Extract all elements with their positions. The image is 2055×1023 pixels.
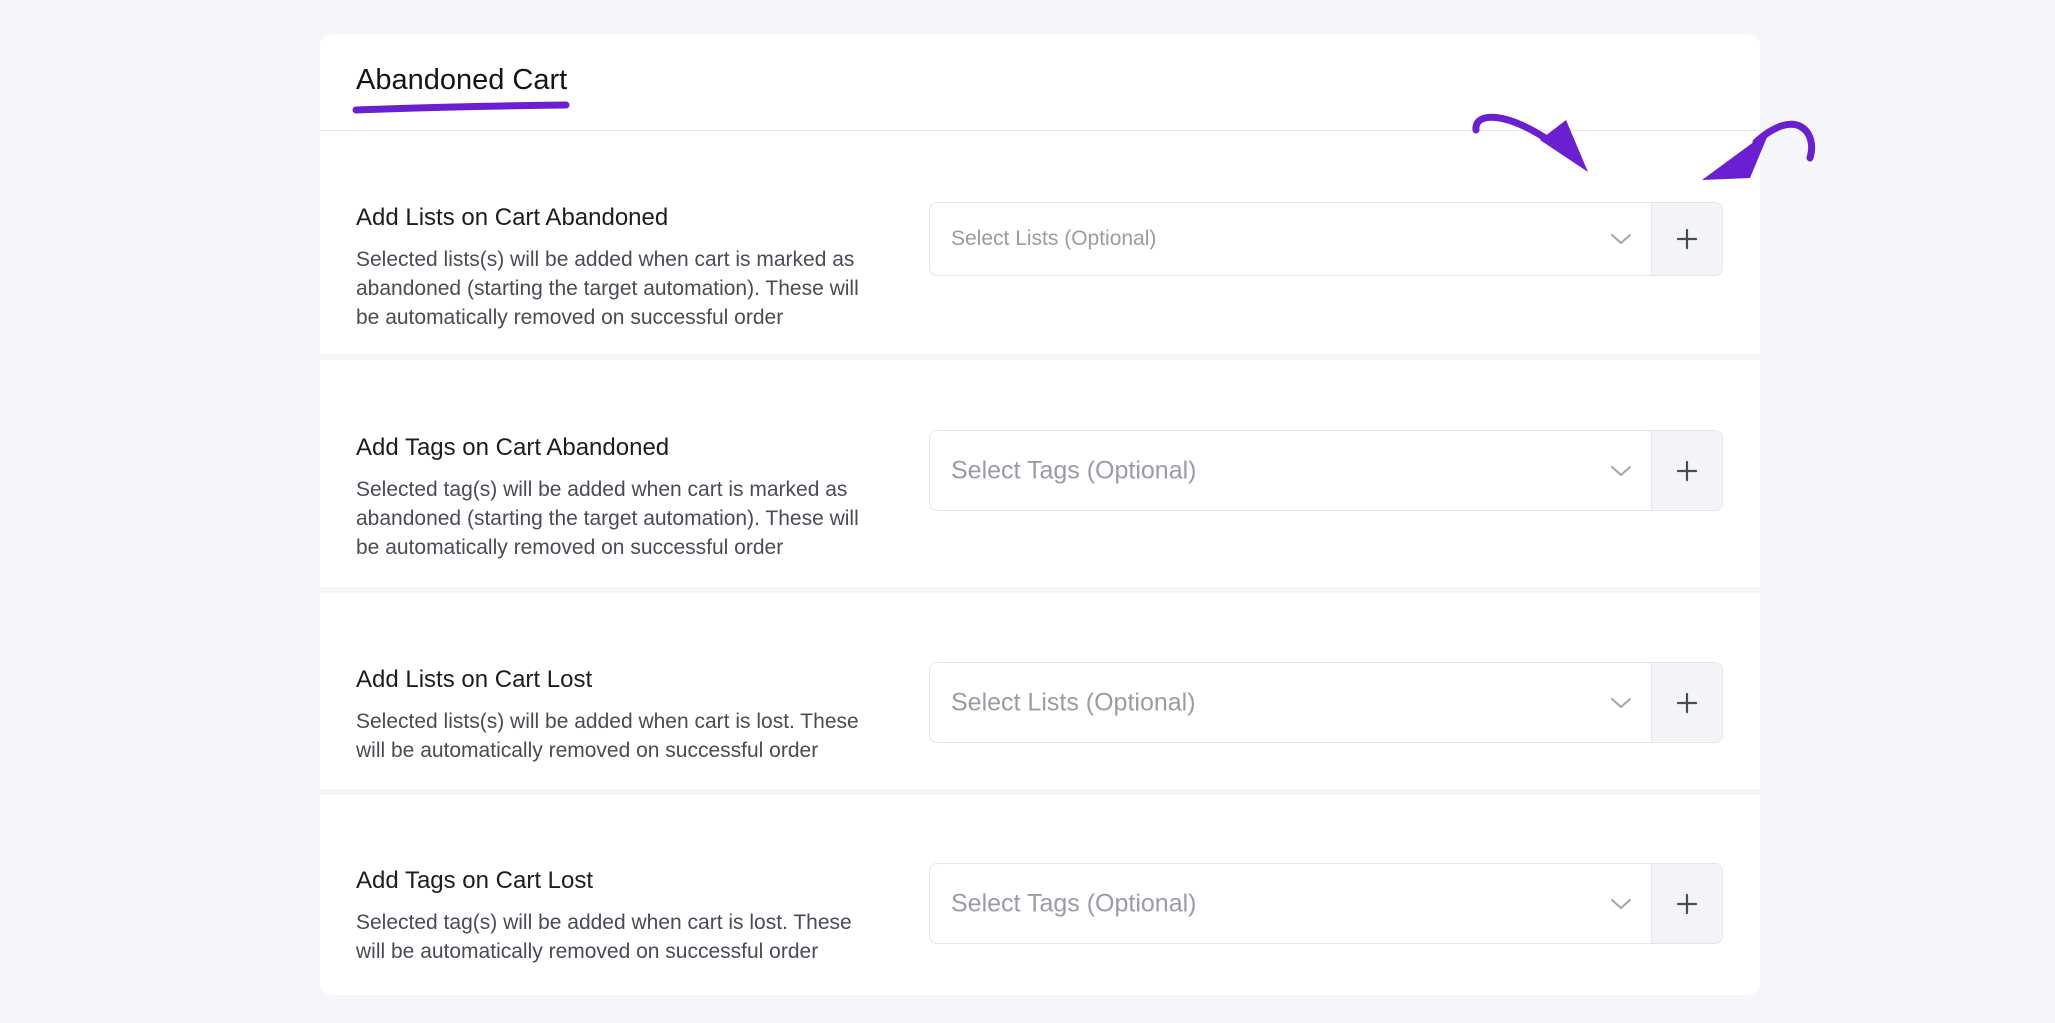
- add-tag-button[interactable]: [1651, 431, 1722, 510]
- row-title: Add Tags on Cart Abandoned: [356, 434, 670, 461]
- chevron-down-icon[interactable]: [1610, 232, 1632, 246]
- annotation-arrow-icon: [1702, 120, 1815, 180]
- add-list-button[interactable]: [1651, 663, 1722, 742]
- row-title: Add Lists on Cart Abandoned: [356, 204, 669, 231]
- plus-icon: [1676, 692, 1698, 713]
- tags-abandoned-select[interactable]: Select Tags (Optional): [929, 430, 1723, 511]
- card-title: Abandoned Cart: [356, 64, 568, 96]
- row-description: Selected tag(s) will be added when cart …: [356, 478, 859, 559]
- row-title: Add Tags on Cart Lost: [356, 867, 594, 894]
- settings-row-tags-abandoned: Add Tags on Cart Abandoned Selected tag(…: [320, 360, 1760, 588]
- chevron-down-icon[interactable]: [1610, 464, 1632, 478]
- row-description: Selected tag(s) will be added when cart …: [356, 911, 852, 963]
- plus-icon: [1676, 460, 1698, 481]
- add-list-button[interactable]: [1651, 203, 1722, 275]
- row-description: Selected lists(s) will be added when car…: [356, 710, 859, 762]
- lists-abandoned-select[interactable]: Select Lists (Optional): [929, 202, 1723, 276]
- select-placeholder: Select Lists (Optional): [951, 227, 1157, 250]
- chevron-down-icon[interactable]: [1610, 696, 1632, 710]
- select-placeholder: Select Lists (Optional): [951, 688, 1196, 716]
- add-tag-button[interactable]: [1651, 864, 1722, 943]
- annotation-arrow-icon: [1472, 113, 1588, 172]
- select-placeholder: Select Tags (Optional): [951, 456, 1197, 484]
- row-description: Selected lists(s) will be added when car…: [356, 248, 859, 329]
- plus-icon: [1676, 893, 1698, 914]
- select-placeholder: Select Tags (Optional): [951, 889, 1197, 917]
- title-underline-decoration: [352, 101, 570, 114]
- plus-icon: [1676, 228, 1698, 250]
- tags-lost-select[interactable]: Select Tags (Optional): [929, 863, 1723, 944]
- row-title: Add Lists on Cart Lost: [356, 666, 593, 693]
- lists-lost-select[interactable]: Select Lists (Optional): [929, 662, 1723, 743]
- settings-row-tags-lost: Add Tags on Cart Lost Selected tag(s) wi…: [320, 795, 1760, 995]
- chevron-down-icon[interactable]: [1610, 897, 1632, 911]
- settings-row-lists-lost: Add Lists on Cart Lost Selected lists(s)…: [320, 593, 1760, 793]
